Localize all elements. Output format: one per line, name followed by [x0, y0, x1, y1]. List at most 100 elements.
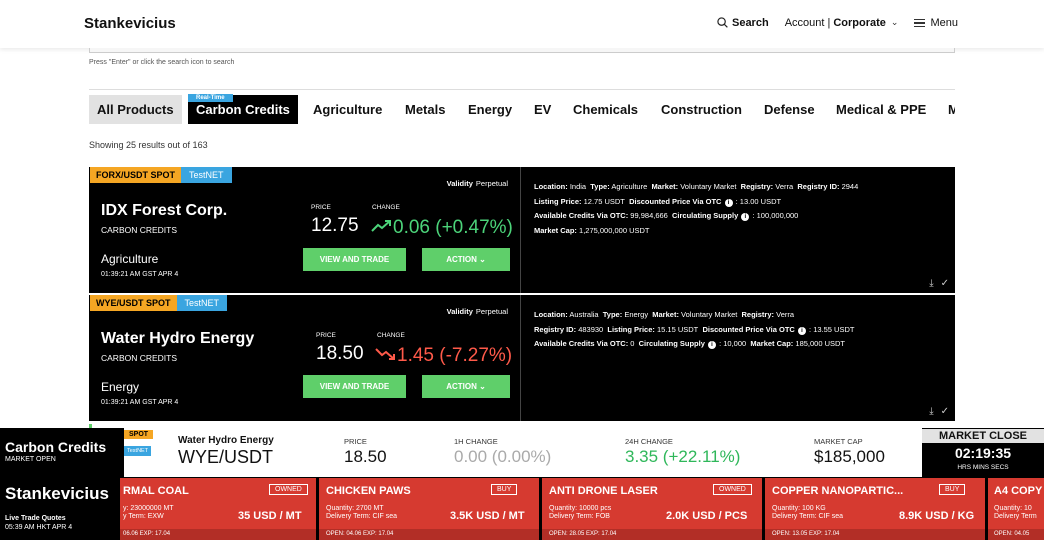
listing-card: FORX/USDT SPOT TestNET Validity Perpetual… [89, 167, 955, 293]
menu-label: Menu [930, 16, 958, 29]
detail-key: Registry ID: [534, 324, 577, 334]
account-label: Account | [784, 16, 831, 29]
tab-more[interactable]: M [940, 95, 955, 124]
trade-quote-card[interactable]: CHICKEN PAWS BUY Quantity: 2700 MT Delive… [319, 478, 539, 540]
quote-price: 2.0K USD / PCS [666, 510, 748, 522]
tab-carbon-credits[interactable]: Real-Time Carbon Credits [188, 94, 298, 124]
check-circle-icon[interactable]: ✓ [941, 406, 949, 417]
account-menu[interactable]: Account | Corporate ⌄ [785, 17, 899, 29]
tab-energy[interactable]: Energy [460, 95, 520, 124]
info-icon[interactable]: i [741, 213, 750, 221]
market-cap-label: MARKET CAP [814, 437, 863, 446]
action-button[interactable]: ACTION ⌄ [422, 248, 510, 271]
listing-card: WYE/USDT SPOT TestNET Validity Perpetual … [89, 295, 955, 421]
chevron-down-icon: ⌄ [479, 255, 486, 264]
tab-agriculture[interactable]: Agriculture [305, 95, 390, 124]
detail-value: Voluntary Market [681, 310, 738, 319]
trade-quote-card[interactable]: RMAL COAL OWNED y: 23000000 MT y Term: EX… [120, 478, 316, 540]
validity-value: Perpetual [475, 307, 508, 316]
validity-value: Perpetual [475, 179, 508, 188]
detail-value: 185,000 USDT [795, 339, 846, 348]
listing-details: Location: India Type: Agriculture Market… [534, 180, 944, 238]
download-icon[interactable]: ⤓ [929, 278, 933, 289]
detail-value: Energy [624, 310, 649, 319]
quote-term: y Term: EXW [123, 513, 164, 520]
owned-button[interactable]: OWNED [713, 484, 752, 495]
detail-row: Available Credits Via OTC: 0 Circulating… [534, 337, 944, 352]
info-icon[interactable]: i [724, 198, 733, 207]
detail-key: Market Cap: [534, 225, 577, 235]
quote-name: ANTI DRONE LASER [549, 485, 658, 497]
tab-all-products[interactable]: All Products [89, 95, 182, 124]
quote-price: 35 USD / MT [238, 510, 302, 522]
h24-change-value: 3.35 (+22.11%) [625, 447, 741, 466]
listing-details: Location: Australia Type: Energy Market:… [534, 308, 944, 352]
menu-button[interactable]: Menu [914, 16, 958, 30]
trade-quote-card[interactable]: COPPER NANOPARTIC... BUY Quantity: 100 K… [765, 478, 985, 540]
countdown-time: 02:19:35 [954, 445, 1012, 461]
tab-metals[interactable]: Metals [397, 95, 453, 124]
view-and-trade-button[interactable]: VIEW AND TRADE [303, 375, 406, 398]
search-input[interactable] [89, 48, 955, 53]
buy-button[interactable]: BUY [939, 484, 966, 495]
quote-price: 8.9K USD / KG [899, 510, 975, 522]
check-circle-icon[interactable]: ✓ [941, 278, 949, 289]
download-icon[interactable]: ⤓ [929, 406, 933, 417]
listing-icons: ⤓ ✓ [922, 406, 949, 417]
tab-ev[interactable]: EV [526, 95, 559, 124]
price-label: PRICE [311, 204, 331, 211]
quote-quantity: Quantity: 100 KG [772, 505, 826, 512]
detail-key: Type: [590, 182, 610, 191]
owned-button[interactable]: OWNED [269, 484, 308, 495]
tab-label: Carbon Credits [196, 102, 290, 117]
search-button[interactable]: Search [717, 17, 769, 29]
validity-label: Validity [446, 307, 473, 316]
detail-key: Discounted Price Via OTC [629, 196, 722, 206]
change-value: 1.45 (-7.27%) [375, 345, 512, 367]
listing-time: 01:39:21 AM GST APR 4 [101, 271, 179, 278]
detail-key: Circulating Supply [672, 211, 739, 220]
info-icon[interactable]: i [797, 326, 806, 335]
brand-logo[interactable]: Stankevicius [84, 15, 176, 32]
trade-quote-card[interactable]: ANTI DRONE LASER OWNED Quantity: 10000 p… [542, 478, 762, 540]
ticker-price-label: PRICE [344, 437, 367, 446]
quote-price: 3.5K USD / MT [450, 510, 525, 522]
results-count: Showing 25 results out of 163 [89, 140, 208, 150]
listing-name[interactable]: Water Hydro Energy [101, 330, 254, 348]
trade-quote-card[interactable]: A4 COPY Quantity: 10 Delivery Term OPEN: … [988, 478, 1044, 540]
detail-row: Available Credits Via OTC: 99,984,666 Ci… [534, 209, 944, 224]
top-header: Stankevicius Search Account | Corporate … [0, 0, 1044, 48]
action-button[interactable]: ACTION ⌄ [422, 375, 510, 398]
pair-badge: WYE/USDT SPOT [90, 295, 177, 311]
price-value: 12.75 [311, 215, 359, 236]
ticker-section-title: Carbon Credits [5, 439, 107, 455]
action-label: ACTION [446, 255, 477, 264]
price-value: 18.50 [316, 343, 364, 364]
buy-button[interactable]: BUY [491, 484, 518, 495]
view-and-trade-button[interactable]: VIEW AND TRADE [303, 248, 406, 271]
detail-value: Voluntary Market [680, 182, 737, 191]
listing-type: CARBON CREDITS [101, 353, 178, 363]
ticker-pair: WYE/USDT [178, 447, 274, 467]
search-label: Search [731, 16, 769, 29]
detail-key: Listing Price: [534, 196, 582, 206]
detail-row: Market Cap: 1,275,000,000 USDT [534, 224, 944, 239]
listing-name[interactable]: IDX Forest Corp. [101, 202, 227, 220]
detail-row: Location: India Type: Agriculture Market… [534, 180, 944, 195]
validity: Validity Perpetual [447, 179, 508, 188]
quote-quantity: Quantity: 2700 MT [326, 505, 384, 512]
detail-value: 1,275,000,000 USDT [579, 225, 650, 235]
tab-defense[interactable]: Defense [756, 95, 823, 124]
info-icon[interactable]: i [708, 341, 716, 349]
tab-medical-ppe[interactable]: Medical & PPE [828, 95, 934, 124]
trend-up-icon [371, 220, 391, 232]
countdown-units: HRS MINS SECS [957, 464, 1009, 471]
price-label: PRICE [316, 332, 336, 339]
tab-chemicals[interactable]: Chemicals [565, 95, 646, 124]
quote-quantity: Quantity: 10 [994, 505, 1032, 512]
tab-construction[interactable]: Construction [653, 95, 750, 124]
detail-row: Location: Australia Type: Energy Market:… [534, 308, 944, 323]
live-quotes-label: Live Trade Quotes [5, 515, 66, 522]
detail-value: : 13.55 USDT [809, 324, 855, 334]
header-actions: Search Account | Corporate ⌄ Menu [701, 16, 958, 30]
